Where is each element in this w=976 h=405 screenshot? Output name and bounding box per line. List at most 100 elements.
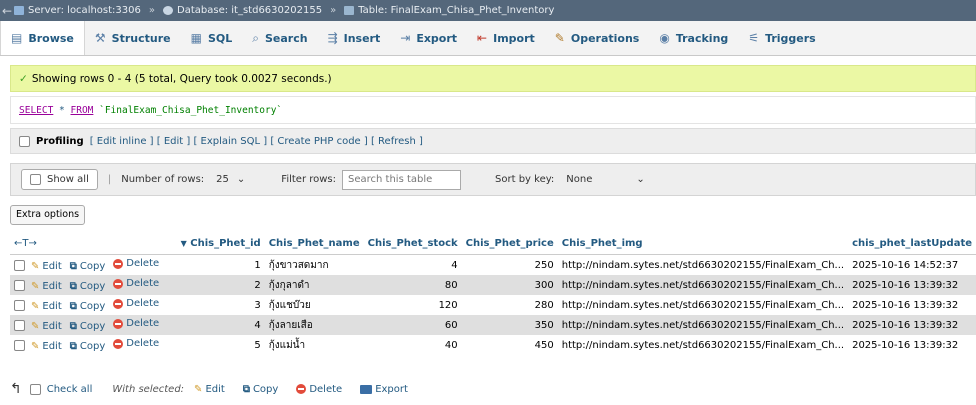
rows-select[interactable]: 25 ⌄ (210, 172, 251, 187)
show-all-button[interactable]: Show all (21, 169, 98, 190)
show-all-label: Show all (47, 174, 89, 185)
tab-operations[interactable]: ✎ Operations (545, 21, 650, 55)
extra-options-button[interactable]: Extra options (10, 205, 86, 225)
profiling-links[interactable]: [ Edit inline ] [ Edit ] [ Explain SQL ]… (90, 136, 423, 147)
row-edit-button[interactable]: ✎ Edit (31, 301, 62, 312)
column-header-img[interactable]: Chis_Phet_img (557, 233, 849, 255)
bulk-actions-bar: ↰ Check all With selected: ✎ Edit ⧉ Copy D… (10, 378, 426, 400)
table-row[interactable]: ✎ Edit ⧉ Copy Delete 5 กุ้งแม่น้ำ 40 450 http://n… (10, 335, 976, 355)
cell-stock: 60 (363, 315, 462, 335)
table-row[interactable]: ✎ Edit ⧉ Copy Delete 4 กุ้งลายเสือ 60 350 http://… (10, 315, 976, 335)
row-copy-label: Copy (79, 320, 106, 332)
copy-icon: ⧉ (69, 280, 77, 292)
tab-tracking[interactable]: ◉ Tracking (649, 21, 738, 55)
tab-structure[interactable]: ⚒ Structure (85, 21, 181, 55)
cell-lastupdate: 2025-10-16 14:52:37 (848, 254, 976, 275)
check-all-checkbox[interactable] (29, 383, 41, 395)
breadcrumb-bar: ← Server: localhost:3306 » Database: it_… (0, 0, 976, 21)
table-icon (344, 6, 355, 15)
tab-label: Tracking (675, 31, 729, 45)
row-delete-button[interactable]: Delete (113, 278, 159, 289)
tab-sql[interactable]: ▦ SQL (181, 21, 243, 55)
insert-icon: ⇶ (327, 31, 338, 45)
cell-stock: 120 (363, 295, 462, 315)
tab-triggers[interactable]: ⚟ Triggers (738, 21, 825, 55)
column-label: Chis_Phet_stock (367, 238, 458, 249)
table-row[interactable]: ✎ Edit ⧉ Copy Delete 2 กุ้งกุลาดำ 80 300 http://n… (10, 275, 976, 295)
row-edit-label: Edit (42, 260, 62, 272)
copy-icon: ⧉ (69, 320, 77, 332)
column-header-lastupdate[interactable]: chis_phet_lastUpdate (848, 233, 976, 255)
row-copy-label: Copy (79, 340, 106, 352)
breadcrumb-separator: » (330, 5, 337, 16)
bulk-delete-button[interactable]: Delete (296, 384, 342, 395)
row-copy-button[interactable]: ⧉ Copy (70, 261, 106, 272)
profiling-checkbox[interactable] (19, 135, 30, 147)
table-row[interactable]: ✎ Edit ⧉ Copy Delete 1 กุ้งขาวสดมาก 4 250 http://… (10, 254, 976, 275)
row-copy-button[interactable]: ⧉ Copy (70, 281, 106, 292)
row-delete-label: Delete (126, 278, 160, 290)
row-copy-button[interactable]: ⧉ Copy (70, 301, 106, 312)
tab-browse[interactable]: ▤ Browse (0, 21, 85, 55)
pencil-icon: ✎ (31, 300, 40, 312)
table-row[interactable]: ✎ Edit ⧉ Copy Delete 3 กุ้งแชบ๊วย 120 280 http://… (10, 295, 976, 315)
row-checkbox[interactable] (14, 320, 25, 332)
bulk-edit-label: Edit (205, 383, 225, 395)
tab-import[interactable]: ⇤ Import (467, 21, 545, 55)
tab-label: Triggers (765, 31, 816, 45)
column-header-name[interactable]: Chis_Phet_name (264, 233, 364, 255)
row-edit-button[interactable]: ✎ Edit (31, 281, 62, 292)
breadcrumb-server[interactable]: Server: localhost:3306 (28, 5, 141, 16)
pencil-icon: ✎ (31, 280, 40, 292)
row-copy-button[interactable]: ⧉ Copy (70, 341, 106, 352)
back-arrow-icon[interactable]: ← (0, 4, 14, 18)
row-checkbox[interactable] (14, 300, 25, 312)
copy-icon: ⧉ (69, 340, 77, 352)
breadcrumb-table[interactable]: Table: FinalExam_Chisa_Phet_Inventory (358, 5, 554, 16)
row-delete-label: Delete (126, 318, 160, 330)
row-delete-label: Delete (126, 298, 160, 310)
filter-input[interactable]: Search this table (342, 169, 462, 190)
tab-export[interactable]: ⇥ Export (390, 21, 467, 55)
success-text: Showing rows 0 - 4 (5 total, Query took … (31, 72, 332, 85)
column-header-price[interactable]: Chis_Phet_price (461, 233, 558, 255)
navigation-controls: Show all | Number of rows: 25 ⌄ Filter r… (10, 163, 976, 196)
check-all-label[interactable]: Check all (47, 384, 93, 395)
row-delete-button[interactable]: Delete (113, 338, 159, 349)
row-copy-button[interactable]: ⧉ Copy (70, 321, 106, 332)
triggers-icon: ⚟ (748, 31, 760, 45)
row-delete-button[interactable]: Delete (113, 258, 159, 269)
divider: | (107, 174, 112, 185)
tab-bar: ▤ Browse ⚒ Structure ▦ SQL ⌕ Search ⇶ Insert … (0, 21, 976, 56)
row-delete-button[interactable]: Delete (113, 318, 159, 329)
sql-keyword-select: SELECT (19, 104, 54, 116)
cell-id: 4 (171, 315, 265, 335)
success-message: ✓ Showing rows 0 - 4 (5 total, Query too… (10, 65, 976, 92)
breadcrumb-database[interactable]: Database: it_std6630202155 (177, 5, 322, 16)
cell-id: 3 (171, 295, 265, 315)
row-edit-button[interactable]: ✎ Edit (31, 341, 62, 352)
sql-keyword-from: FROM (70, 104, 94, 116)
show-all-checkbox[interactable] (30, 174, 41, 185)
row-edit-button[interactable]: ✎ Edit (31, 261, 62, 272)
chevron-down-icon: ⌄ (636, 174, 645, 185)
tab-insert[interactable]: ⇶ Insert (318, 21, 391, 55)
sort-arrows[interactable]: ←T→ (10, 233, 172, 255)
column-header-stock[interactable]: Chis_Phet_stock (363, 233, 462, 255)
sql-text: * (53, 104, 71, 116)
row-checkbox[interactable] (14, 280, 25, 292)
bulk-edit-button[interactable]: ✎ Edit (194, 384, 225, 395)
tab-search[interactable]: ⌕ Search (242, 21, 317, 55)
sort-select[interactable]: None ⌄ (560, 172, 650, 187)
row-checkbox[interactable] (14, 260, 25, 272)
breadcrumb: Server: localhost:3306 » Database: it_st… (14, 5, 554, 16)
sort-arrows-icon: ←T→ (14, 238, 37, 249)
row-checkbox[interactable] (14, 340, 25, 352)
column-header-id[interactable]: ▼ Chis_Phet_id (171, 233, 265, 255)
search-icon: ⌕ (252, 30, 259, 45)
row-edit-button[interactable]: ✎ Edit (31, 321, 62, 332)
bulk-copy-button[interactable]: ⧉ Copy (243, 384, 279, 395)
bulk-export-button[interactable]: Export (360, 384, 408, 395)
sql-query-box[interactable]: SELECT * FROM `FinalExam_Chisa_Phet_Inve… (10, 96, 976, 124)
row-delete-button[interactable]: Delete (113, 298, 159, 309)
